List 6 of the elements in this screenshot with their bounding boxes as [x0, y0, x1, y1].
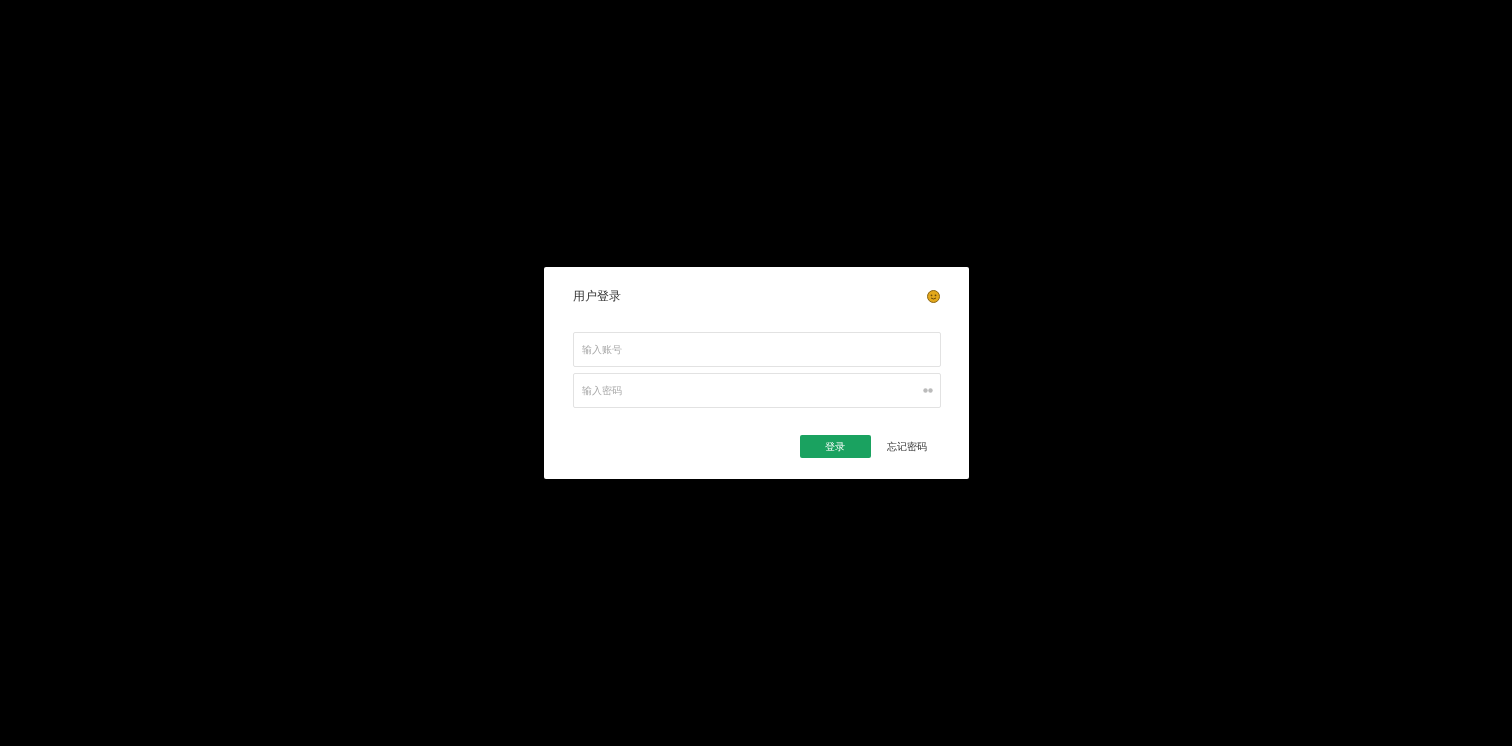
account-field[interactable]: 输入账号: [572, 332, 941, 367]
dialog-title: 用户登录: [572, 287, 621, 305]
forgot-password-link[interactable]: 忘记密码: [886, 439, 927, 454]
dots-icon[interactable]: [922, 388, 933, 393]
password-field[interactable]: 输入密码: [572, 373, 941, 408]
smiley-icon[interactable]: [926, 289, 940, 303]
